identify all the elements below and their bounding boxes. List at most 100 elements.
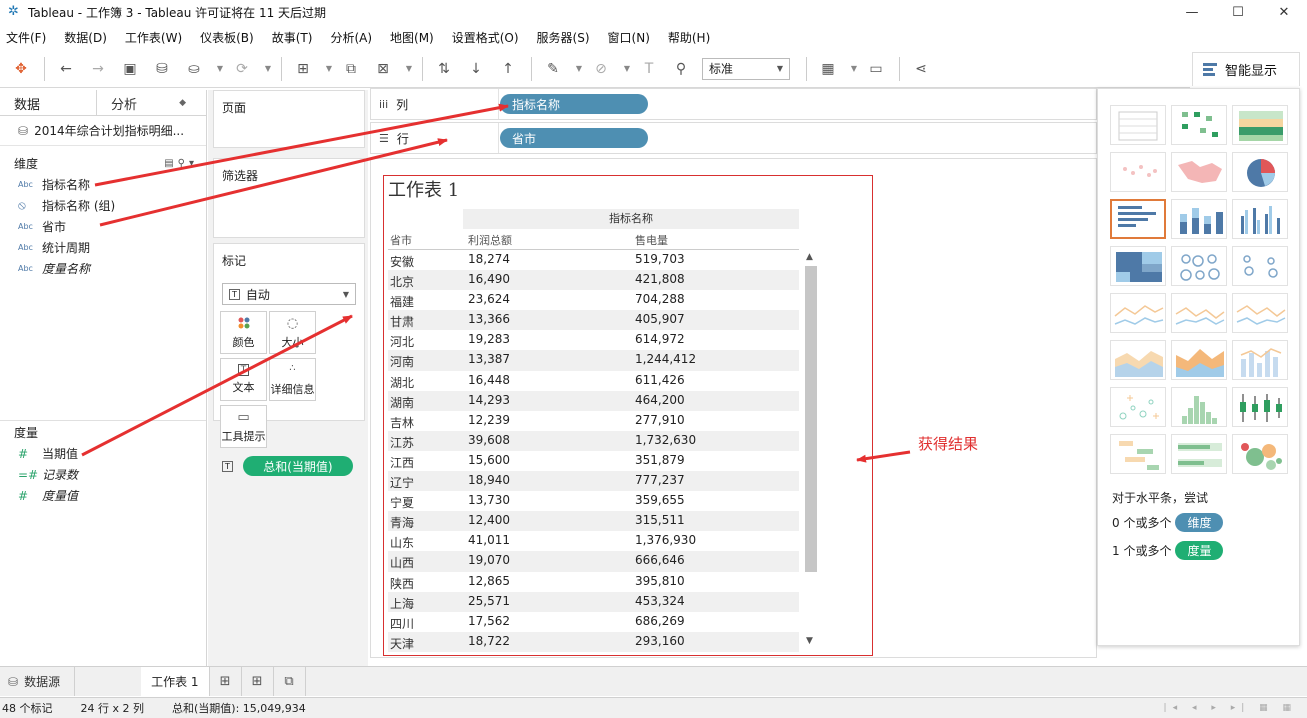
chart-type-side-by-side-circle[interactable] (1232, 246, 1288, 286)
row-province[interactable]: 安徽 (390, 253, 414, 270)
dropdown-arrow-icon[interactable]: ▼ (622, 58, 632, 80)
cell-sales[interactable]: 315,511 (635, 513, 685, 527)
menu-data[interactable]: 数据(D) (64, 29, 107, 46)
cell-sales[interactable]: 395,810 (635, 574, 685, 588)
chart-type-packed-bubbles[interactable] (1232, 434, 1288, 474)
chart-type-pie[interactable] (1232, 152, 1288, 192)
table-row[interactable]: 青海 12,400 315,511 (388, 511, 799, 532)
table-row[interactable]: 山西 19,070 666,646 (388, 551, 799, 572)
menu-window[interactable]: 窗口(N) (608, 29, 650, 46)
smart-show-button[interactable]: 智能显示 (1192, 52, 1300, 86)
cell-sales[interactable]: 777,237 (635, 473, 685, 487)
cell-sales[interactable]: 405,907 (635, 312, 685, 326)
row-province[interactable]: 湖北 (390, 374, 414, 391)
row-header[interactable]: 省市 (390, 232, 412, 248)
refresh-icon[interactable]: ⟳ (231, 58, 253, 80)
menu-server[interactable]: 服务器(S) (537, 29, 590, 46)
pages-card[interactable]: 页面 (213, 90, 365, 148)
row-province[interactable]: 湖南 (390, 394, 414, 411)
undo-icon[interactable]: ← (55, 58, 77, 80)
cell-sales[interactable]: 351,879 (635, 453, 685, 467)
dropdown-arrow-icon[interactable]: ▼ (263, 58, 273, 80)
table-row[interactable]: 安徽 18,274 519,703 (388, 250, 799, 270)
columns-pill[interactable]: 指标名称 (500, 94, 648, 114)
dropdown-arrow-icon[interactable]: ▼ (574, 58, 584, 80)
chart-type-symbol-map[interactable] (1171, 105, 1227, 145)
sort-descending-icon[interactable]: ↑ (497, 58, 519, 80)
chart-type-filled-map[interactable] (1171, 152, 1227, 192)
row-province[interactable]: 河北 (390, 333, 414, 350)
table-row[interactable]: 辽宁 18,940 777,237 (388, 471, 799, 492)
chart-type-area-discrete[interactable] (1171, 340, 1227, 380)
detail-button[interactable]: ∴ 详细信息 (269, 358, 316, 401)
column-group-header[interactable]: 指标名称 (463, 209, 799, 229)
chart-type-bullet[interactable] (1171, 434, 1227, 474)
row-province[interactable]: 北京 (390, 273, 414, 290)
table-row[interactable]: 吉林 12,239 277,910 (388, 411, 799, 431)
row-province[interactable]: 宁夏 (390, 494, 414, 511)
table-row[interactable]: 四川 17,562 686,269 (388, 612, 799, 632)
table-row[interactable]: 河南 13,387 1,244,412 (388, 350, 799, 371)
row-province[interactable]: 江苏 (390, 434, 414, 451)
cell-sales[interactable]: 464,200 (635, 393, 685, 407)
cell-sales[interactable]: 686,269 (635, 614, 685, 628)
cell-profit[interactable]: 41,011 (468, 533, 510, 547)
field-indicator-name[interactable]: Abc 指标名称 (0, 174, 206, 195)
row-province[interactable]: 甘肃 (390, 313, 414, 330)
cell-sales[interactable]: 614,972 (635, 332, 685, 346)
cell-profit[interactable]: 16,490 (468, 272, 510, 286)
show-cards-icon[interactable]: ▦ (817, 58, 839, 80)
chart-type-horizontal-bar[interactable] (1110, 199, 1166, 239)
pause-updates-icon[interactable]: ⛀ (183, 58, 205, 80)
field-period[interactable]: Abc 统计周期 (0, 237, 206, 258)
chart-type-line-discrete[interactable] (1171, 293, 1227, 333)
row-province[interactable]: 青海 (390, 514, 414, 531)
cell-profit[interactable]: 39,608 (468, 433, 510, 447)
menu-file[interactable]: 文件(F) (6, 29, 46, 46)
menu-analysis[interactable]: 分析(A) (330, 29, 372, 46)
cell-profit[interactable]: 18,722 (468, 634, 510, 648)
maximize-button[interactable]: ☐ (1215, 0, 1261, 24)
group-icon[interactable]: ⊘ (590, 58, 612, 80)
redo-icon[interactable]: → (87, 58, 109, 80)
tab-analysis[interactable]: 分析 ◆ (97, 90, 194, 116)
cell-sales[interactable]: 277,910 (635, 413, 685, 427)
row-province[interactable]: 陕西 (390, 575, 414, 592)
row-province[interactable]: 天津 (390, 635, 414, 652)
row-province[interactable]: 吉林 (390, 414, 414, 431)
text-button[interactable]: T 文本 (220, 358, 267, 401)
cell-profit[interactable]: 19,283 (468, 332, 510, 346)
cell-profit[interactable]: 12,400 (468, 513, 510, 527)
cell-sales[interactable]: 1,244,412 (635, 352, 696, 366)
table-row[interactable]: 北京 16,490 421,808 (388, 270, 799, 291)
mark-type-select[interactable]: T 自动 ▼ (222, 283, 356, 305)
table-row[interactable]: 天津 18,722 293,160 (388, 631, 799, 652)
cell-sales[interactable]: 1,732,630 (635, 433, 696, 447)
cell-sales[interactable]: 421,808 (635, 272, 685, 286)
table-row[interactable]: 甘肃 13,366 405,907 (388, 310, 799, 331)
datasource-item[interactable]: ⛁ 2014年综合计划指标明细... (0, 116, 206, 146)
rows-pill[interactable]: 省市 (500, 128, 648, 148)
table-row[interactable]: 河北 19,283 614,972 (388, 330, 799, 350)
size-button[interactable]: ◌ 大小 (269, 311, 316, 354)
chart-type-box-plot[interactable] (1232, 387, 1288, 427)
fit-select[interactable]: 标准 ▼ (702, 57, 790, 80)
worksheet-title[interactable]: 工作表 1 (388, 176, 459, 202)
table-row[interactable]: 江苏 39,608 1,732,630 (388, 430, 799, 451)
cell-profit[interactable]: 13,387 (468, 352, 510, 366)
marks-measure-pill[interactable]: 总和(当期值) (242, 456, 353, 476)
table-row[interactable]: 湖南 14,293 464,200 (388, 390, 799, 411)
close-button[interactable]: ✕ (1261, 0, 1307, 24)
dropdown-arrow-icon[interactable]: ▼ (215, 58, 225, 80)
menu-dashboard[interactable]: 仪表板(B) (200, 29, 254, 46)
table-row[interactable]: 陕西 12,865 395,810 (388, 572, 799, 592)
swap-icon[interactable]: ⇅ (433, 58, 455, 80)
sheet-navigation[interactable]: |◂ ◂ ▸ ▸| ▦ ▦ (1164, 703, 1297, 713)
table-row[interactable]: 山东 41,011 1,376,930 (388, 531, 799, 551)
menu-worksheet[interactable]: 工作表(W) (125, 29, 182, 46)
cell-sales[interactable]: 704,288 (635, 292, 685, 306)
cell-profit[interactable]: 17,562 (468, 614, 510, 628)
row-province[interactable]: 四川 (390, 615, 414, 632)
cell-sales[interactable]: 519,703 (635, 252, 685, 266)
row-province[interactable]: 上海 (390, 595, 414, 612)
